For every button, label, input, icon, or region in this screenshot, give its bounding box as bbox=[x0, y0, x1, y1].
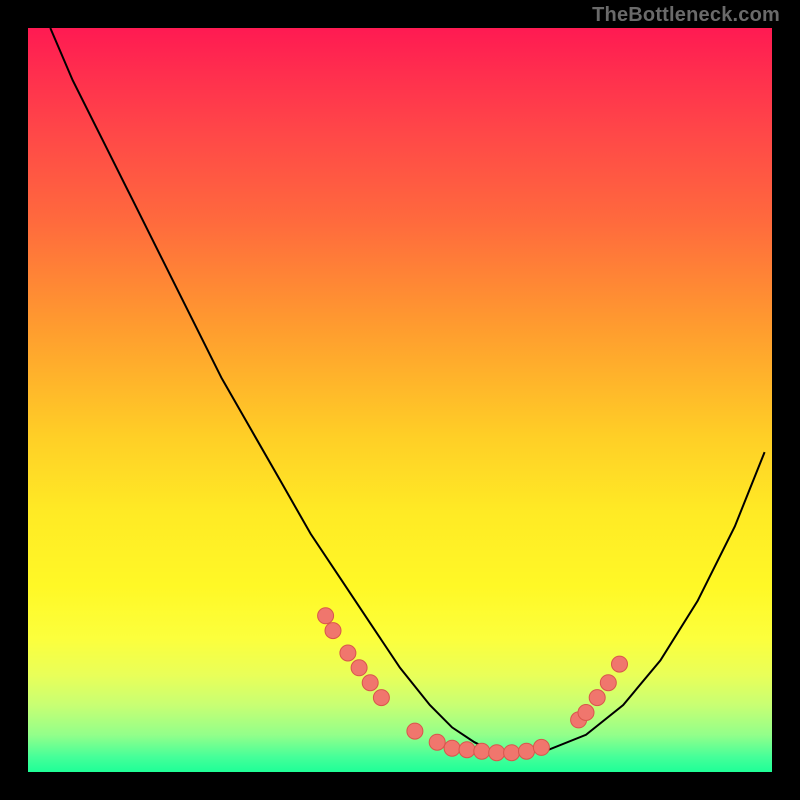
chart-stage: TheBottleneck.com bbox=[0, 0, 800, 800]
data-marker bbox=[362, 675, 378, 691]
data-marker bbox=[407, 723, 423, 739]
data-marker bbox=[533, 739, 549, 755]
data-marker bbox=[351, 660, 367, 676]
bottleneck-curve bbox=[50, 28, 764, 753]
data-marker bbox=[519, 743, 535, 759]
data-marker bbox=[578, 705, 594, 721]
data-marker bbox=[373, 690, 389, 706]
data-marker bbox=[504, 745, 520, 761]
data-marker bbox=[444, 740, 460, 756]
chart-svg bbox=[28, 28, 772, 772]
data-marker bbox=[489, 745, 505, 761]
plot-area bbox=[28, 28, 772, 772]
data-marker bbox=[318, 608, 334, 624]
data-marker bbox=[589, 690, 605, 706]
watermark-text: TheBottleneck.com bbox=[592, 4, 780, 27]
data-marker bbox=[612, 656, 628, 672]
data-marker bbox=[600, 675, 616, 691]
data-marker bbox=[429, 734, 445, 750]
data-marker bbox=[459, 742, 475, 758]
data-marker bbox=[325, 623, 341, 639]
data-marker bbox=[340, 645, 356, 661]
data-marker bbox=[474, 743, 490, 759]
